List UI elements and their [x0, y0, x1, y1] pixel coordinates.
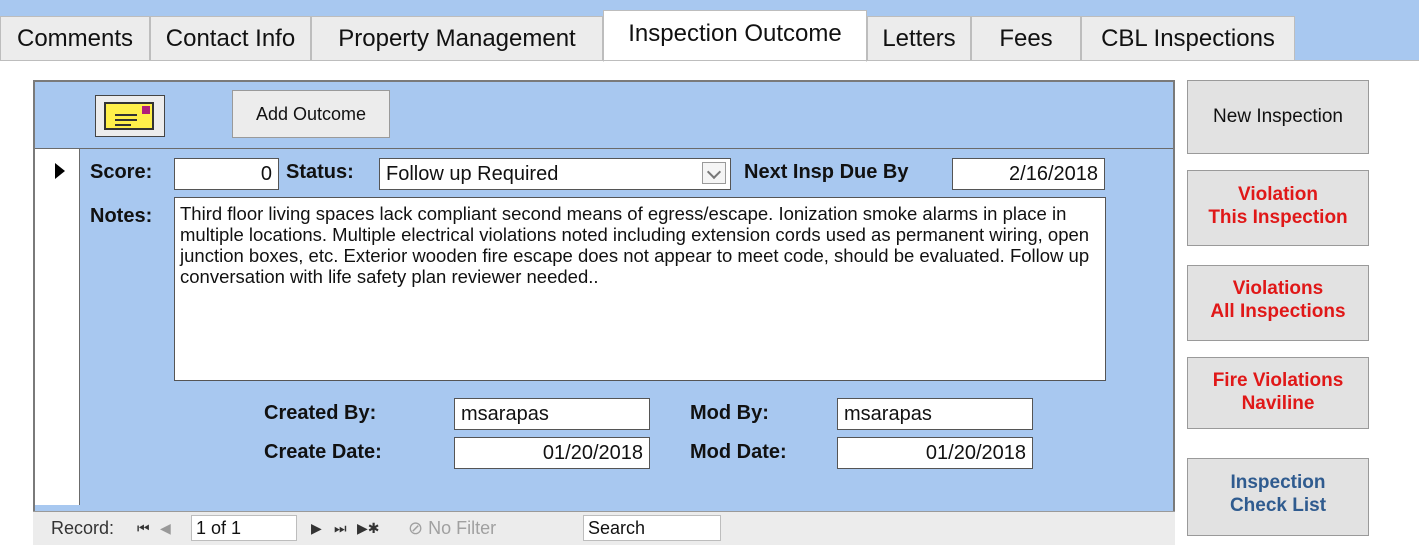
- filter-label: No Filter: [428, 518, 497, 538]
- violations-all-line2: All Inspections: [1210, 301, 1346, 322]
- fire-violations-line1: Fire Violations: [1212, 370, 1344, 391]
- record-position-field[interactable]: 1 of 1: [191, 515, 297, 541]
- chevron-down-icon: [706, 164, 722, 180]
- mod-date-field[interactable]: 01/20/2018: [837, 437, 1033, 469]
- tab-inspection-outcome[interactable]: Inspection Outcome: [603, 10, 867, 62]
- tab-cbl-inspections[interactable]: CBL Inspections: [1081, 16, 1295, 60]
- notes-label: Notes:: [90, 205, 153, 227]
- mod-date-label: Mod Date:: [690, 441, 787, 463]
- envelope-line: [115, 119, 137, 121]
- record-selector[interactable]: [35, 149, 80, 505]
- record-label: Record:: [51, 518, 115, 538]
- tab-contact-info[interactable]: Contact Info: [150, 16, 311, 60]
- tab-property-management[interactable]: Property Management: [311, 16, 603, 60]
- form-header: Add Outcome: [35, 82, 1173, 149]
- next-due-field[interactable]: 2/16/2018: [952, 158, 1105, 190]
- status-label: Status:: [286, 161, 354, 183]
- envelope-line: [115, 114, 137, 116]
- inspection-check-list-button[interactable]: Inspection Check List: [1187, 458, 1369, 536]
- check-list-line1: Inspection: [1230, 472, 1326, 493]
- violation-this-line1: Violation: [1238, 184, 1318, 205]
- fire-violations-line2: Naviline: [1241, 393, 1315, 414]
- envelope-stamp: [142, 106, 150, 114]
- new-record-icon[interactable]: ▶✱: [357, 520, 380, 537]
- fire-violations-naviline-button[interactable]: Fire Violations Naviline: [1187, 357, 1369, 429]
- first-record-icon[interactable]: ⏮: [137, 520, 150, 537]
- last-record-icon[interactable]: ⏭: [334, 520, 347, 537]
- status-dropdown-button[interactable]: [702, 162, 726, 184]
- inspection-outcome-form: Add Outcome Score: 0 Status: Follow up R…: [33, 80, 1175, 544]
- search-input[interactable]: Search: [583, 515, 721, 541]
- add-outcome-button[interactable]: Add Outcome: [232, 90, 390, 138]
- created-by-label: Created By:: [264, 402, 377, 424]
- tab-comments[interactable]: Comments: [0, 16, 150, 60]
- status-value: Follow up Required: [386, 163, 559, 185]
- tab-bar: Comments Contact Info Property Managemen…: [0, 0, 1419, 63]
- check-list-line2: Check List: [1229, 495, 1327, 516]
- new-inspection-button[interactable]: New Inspection: [1187, 80, 1369, 154]
- score-label: Score:: [90, 161, 153, 183]
- filter-icon: ⊘: [408, 518, 424, 538]
- score-field[interactable]: 0: [174, 158, 279, 190]
- status-select[interactable]: Follow up Required: [379, 158, 731, 190]
- created-by-field[interactable]: msarapas: [454, 398, 650, 430]
- notes-textarea[interactable]: Third floor living spaces lack compliant…: [174, 197, 1106, 381]
- email-button[interactable]: [95, 95, 165, 137]
- envelope-line: [115, 124, 131, 126]
- next-record-icon[interactable]: ▶: [311, 520, 322, 537]
- tab-letters[interactable]: Letters: [867, 16, 971, 60]
- next-due-label: Next Insp Due By: [744, 161, 909, 183]
- envelope-icon: [104, 102, 154, 130]
- previous-record-icon[interactable]: ◀: [160, 520, 171, 537]
- record-navigation-bar: Record: ⏮ ◀ 1 of 1 ▶ ⏭ ▶✱ ⊘ No Filter Se…: [33, 511, 1175, 545]
- violations-all-inspections-button[interactable]: Violations All Inspections: [1187, 265, 1369, 341]
- filter-toggle[interactable]: ⊘ No Filter: [408, 518, 496, 539]
- violation-this-line2: This Inspection: [1208, 207, 1348, 228]
- current-record-arrow-icon: [55, 163, 65, 179]
- violations-all-line1: Violations: [1232, 278, 1324, 299]
- tab-divider: [0, 60, 1419, 61]
- create-date-label: Create Date:: [264, 441, 382, 463]
- create-date-field[interactable]: 01/20/2018: [454, 437, 650, 469]
- tab-fees[interactable]: Fees: [971, 16, 1081, 60]
- mod-by-field[interactable]: msarapas: [837, 398, 1033, 430]
- mod-by-label: Mod By:: [690, 402, 769, 424]
- violation-this-inspection-button[interactable]: Violation This Inspection: [1187, 170, 1369, 246]
